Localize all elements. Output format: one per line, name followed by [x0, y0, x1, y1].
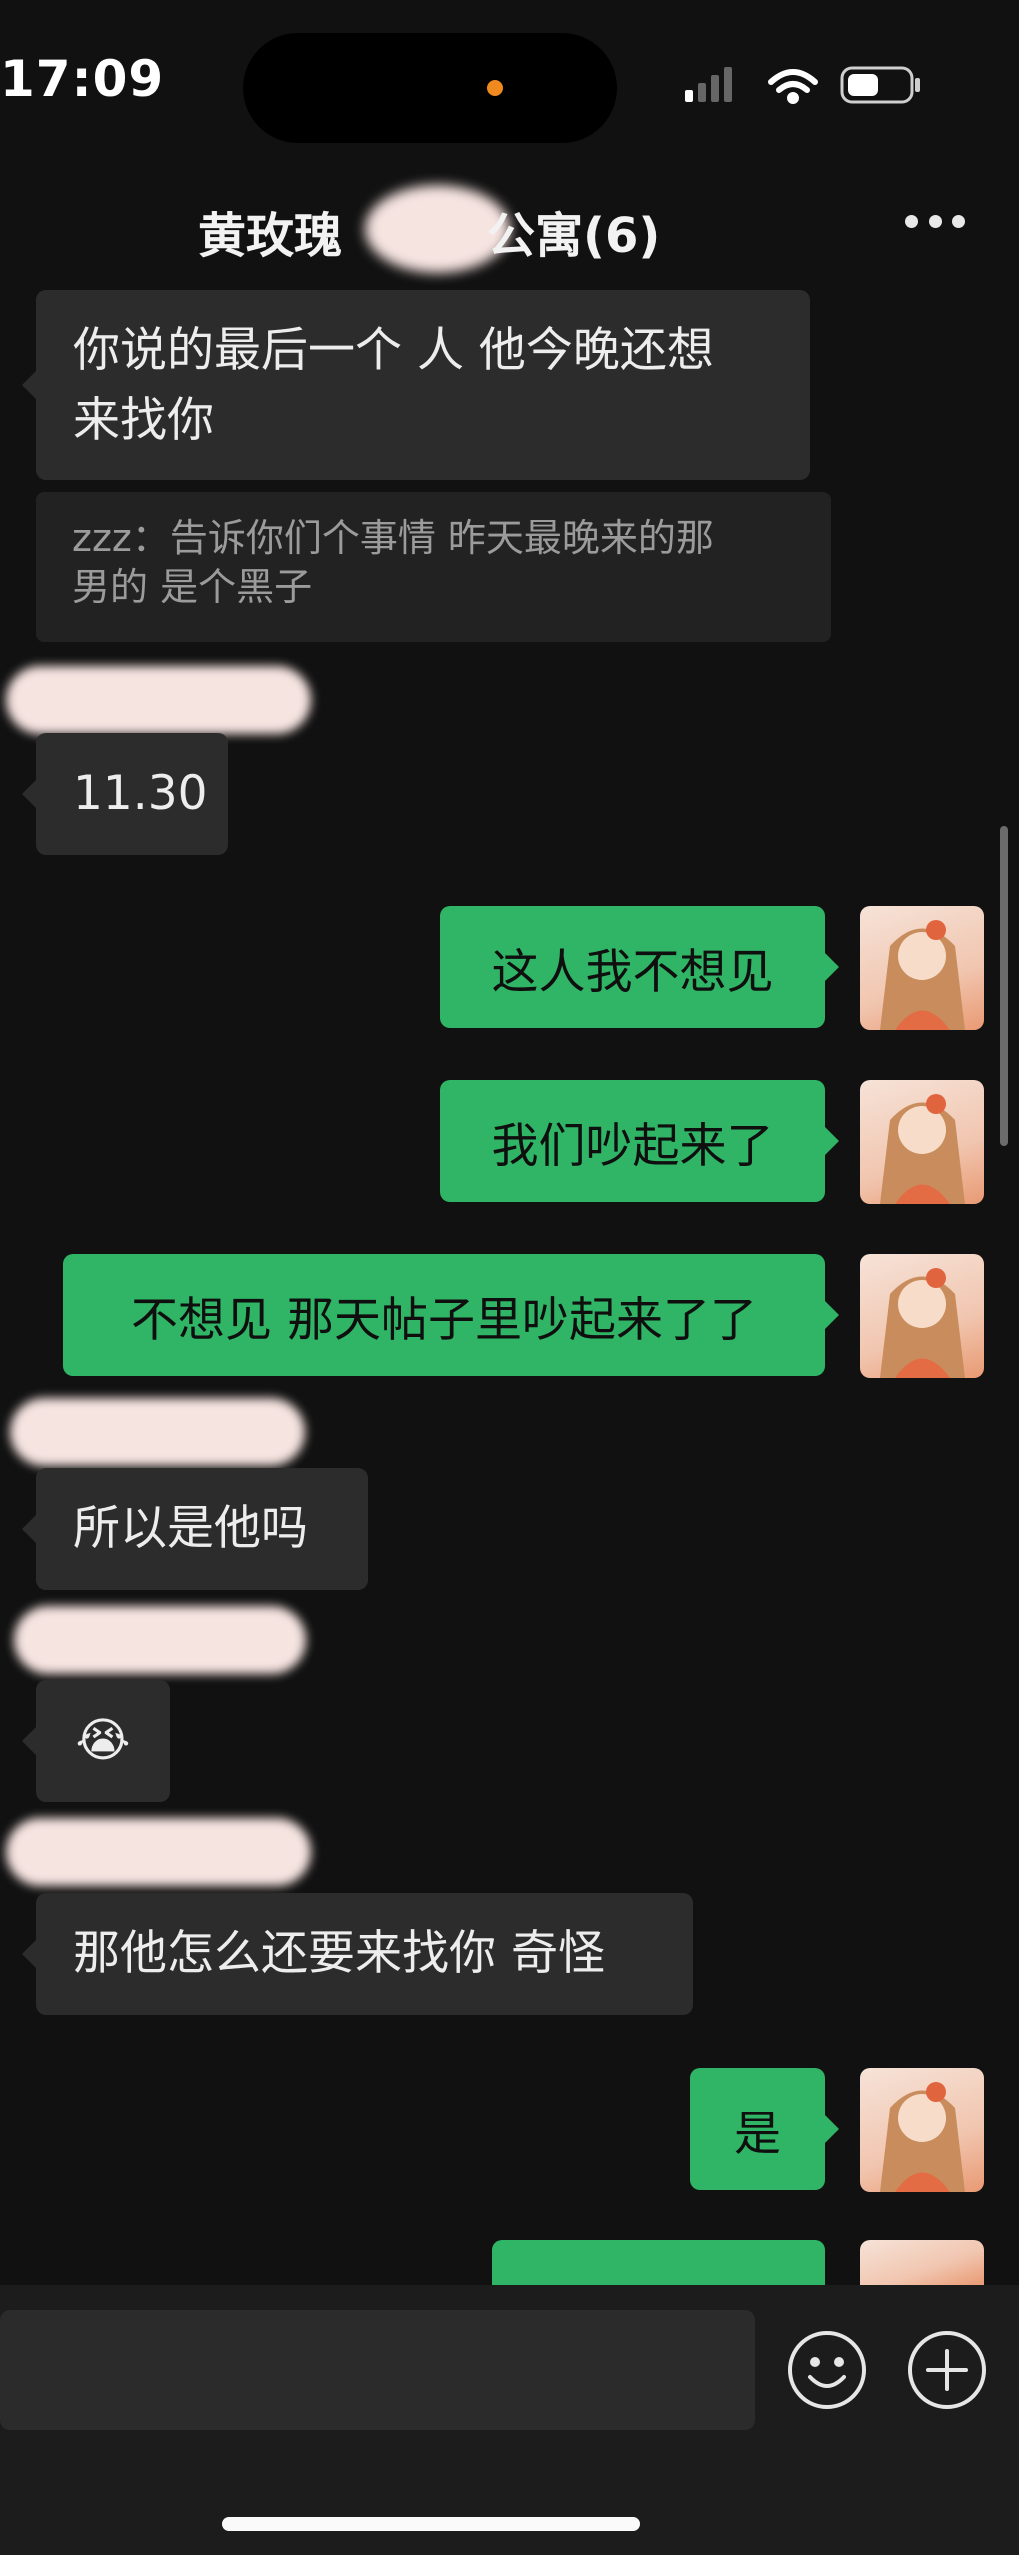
message-text: 所以是他吗 — [73, 1501, 308, 1556]
chat-title-part-1: 黄玫瑰 — [198, 208, 343, 264]
message-text: 来找你 — [73, 393, 214, 448]
signal-icon — [685, 67, 732, 102]
dynamic-island — [243, 33, 617, 143]
message-outgoing[interactable]: 我们吵起来了 — [440, 1080, 839, 1202]
battery-icon — [840, 66, 920, 104]
avatar-illustration — [880, 920, 965, 1030]
plus-icon[interactable] — [906, 2329, 988, 2411]
avatar[interactable] — [860, 1080, 984, 1204]
sender-name-blurred — [14, 1606, 306, 1674]
message-text: 我们吵起来了 — [491, 1118, 774, 1174]
avatar[interactable] — [860, 1254, 984, 1378]
message-text: 11.30 — [73, 766, 208, 821]
message-outgoing[interactable]: 不想见 那天帖子里吵起来了了 — [63, 1254, 839, 1376]
message-text: 不想见 那天帖子里吵起来了了 — [131, 1292, 757, 1348]
sender-name-blurred — [6, 666, 311, 734]
home-indicator[interactable] — [222, 2517, 640, 2531]
emoji-icon[interactable] — [786, 2329, 868, 2411]
message-incoming[interactable]: 😭 — [22, 1680, 170, 1802]
avatar[interactable] — [860, 906, 984, 1030]
sender-name-blurred — [10, 1398, 305, 1466]
quote-text: 男的 是个黑子 — [72, 565, 313, 609]
message-outgoing[interactable]: 是 — [690, 2068, 839, 2190]
scrollbar[interactable] — [1000, 826, 1008, 1146]
quoted-message[interactable]: zzz：告诉你们个事情 昨天最晚来的那 男的 是个黑子 — [36, 492, 831, 642]
quote-text: zzz：告诉你们个事情 昨天最晚来的那 — [72, 516, 714, 560]
privacy-indicator-dot — [487, 80, 503, 96]
message-text: 是 — [734, 2106, 781, 2162]
wifi-icon — [768, 69, 818, 104]
avatar-illustration — [880, 2082, 965, 2192]
sender-name-blurred — [6, 1818, 311, 1886]
chat-title-part-2: 公寓(6) — [487, 208, 661, 264]
more-icon[interactable] — [905, 215, 965, 235]
message-text: 这人我不想见 — [491, 944, 774, 1000]
message-emoji: 😭 — [75, 1713, 131, 1768]
message-text: 你说的最后一个 人 他今晚还想 — [73, 323, 714, 378]
message-incoming[interactable]: 你说的最后一个 人 他今晚还想 来找你 — [22, 290, 810, 480]
message-outgoing[interactable]: 这人我不想见 — [440, 906, 839, 1028]
message-text: 那他怎么还要来找你 奇怪 — [73, 1926, 605, 1981]
message-incoming[interactable]: 那他怎么还要来找你 奇怪 — [22, 1893, 693, 2015]
message-outgoing-partial[interactable] — [492, 2240, 825, 2285]
avatar[interactable] — [860, 2068, 984, 2192]
avatar[interactable] — [860, 2240, 984, 2285]
avatar-illustration — [880, 1094, 965, 1204]
status-time: 17:09 — [0, 50, 165, 108]
message-incoming[interactable]: 所以是他吗 — [22, 1468, 368, 1590]
avatar-illustration — [880, 1268, 965, 1378]
status-icons — [685, 66, 920, 104]
message-input[interactable] — [0, 2310, 755, 2430]
message-incoming[interactable]: 11.30 — [22, 733, 228, 855]
